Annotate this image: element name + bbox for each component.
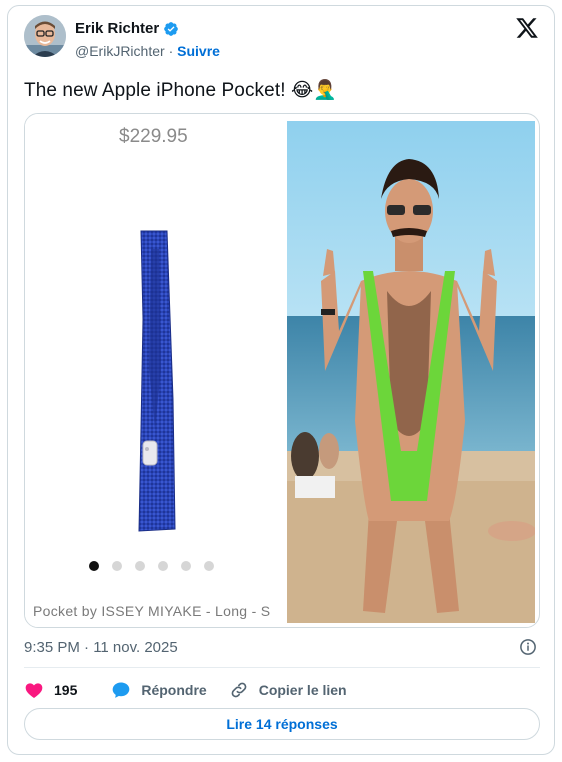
tweet-timestamp[interactable]: 9:35 PM · 11 nov. 2025 bbox=[24, 639, 178, 656]
read-replies-label: Lire 14 réponses bbox=[226, 716, 338, 732]
separator: · bbox=[168, 43, 174, 59]
copy-link-button[interactable]: Copier le lien bbox=[229, 680, 347, 700]
carousel-dot[interactable] bbox=[89, 561, 99, 571]
reply-button[interactable]: Répondre bbox=[111, 680, 207, 700]
read-replies-button[interactable]: Lire 14 réponses bbox=[24, 708, 540, 740]
carousel-dot[interactable] bbox=[181, 561, 191, 571]
like-button[interactable]: 195 bbox=[24, 680, 77, 700]
blue-pocket-sleeve-image bbox=[138, 230, 176, 532]
carousel-dot[interactable] bbox=[112, 561, 122, 571]
follow-button[interactable]: Suivre bbox=[177, 43, 220, 59]
author-handle[interactable]: @ErikJRichter bbox=[75, 43, 165, 59]
product-price: $229.95 bbox=[119, 126, 188, 147]
product-image[interactable]: $229.95 Pocket by ISSEY MIYAKE - Long - … bbox=[25, 114, 283, 627]
reply-label: Répondre bbox=[141, 682, 207, 698]
heart-icon bbox=[25, 683, 43, 698]
avatar[interactable] bbox=[24, 15, 66, 57]
info-icon[interactable] bbox=[519, 638, 537, 656]
carousel-dot[interactable] bbox=[204, 561, 214, 571]
carousel-dot[interactable] bbox=[158, 561, 168, 571]
tweet-text: The new Apple iPhone Pocket! 😂🤦‍♂️ bbox=[24, 80, 338, 101]
reply-bubble-icon bbox=[113, 682, 130, 698]
author-name[interactable]: Erik Richter bbox=[75, 20, 159, 37]
copy-link-label: Copier le lien bbox=[258, 682, 347, 698]
author-name-row[interactable]: Erik Richter bbox=[75, 20, 179, 37]
link-icon bbox=[231, 682, 247, 698]
verified-badge-icon bbox=[164, 21, 179, 36]
product-caption: Pocket by ISSEY MIYAKE - Long - S bbox=[33, 603, 271, 619]
tweet-actions: 195 Répondre Copier le lien bbox=[24, 680, 347, 700]
like-count: 195 bbox=[54, 682, 78, 698]
tweet-media[interactable]: $229.95 Pocket by ISSEY MIYAKE - Long - … bbox=[24, 113, 540, 628]
author-handle-row: @ErikJRichter · Suivre bbox=[75, 43, 220, 59]
carousel-dot[interactable] bbox=[135, 561, 145, 571]
x-logo-icon[interactable] bbox=[515, 16, 539, 40]
carousel-dots bbox=[89, 561, 214, 571]
beach-photo[interactable] bbox=[287, 121, 535, 623]
beach-scene-image bbox=[287, 121, 535, 623]
divider bbox=[24, 667, 540, 668]
